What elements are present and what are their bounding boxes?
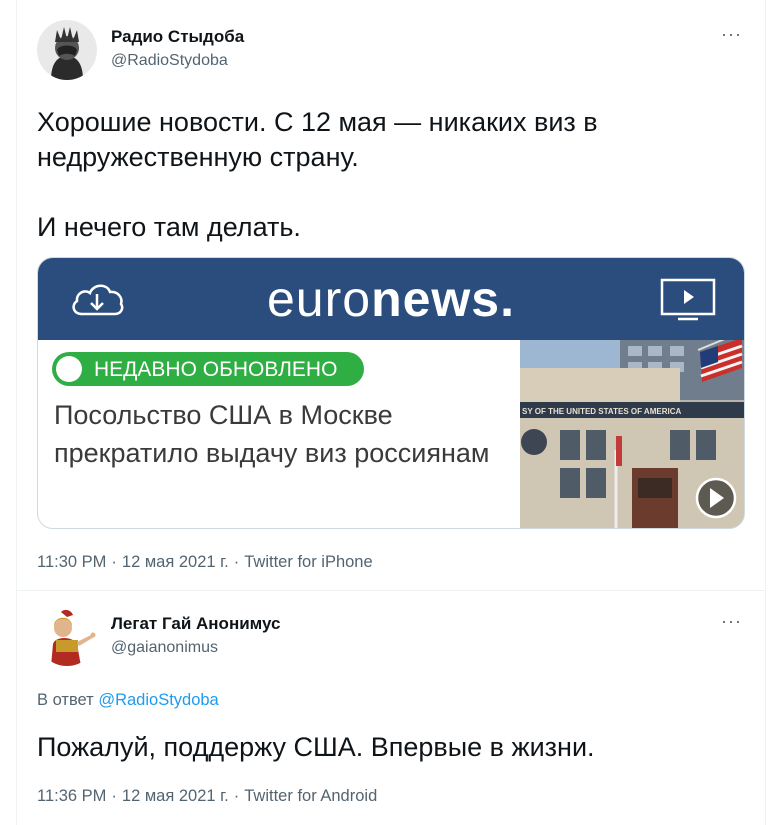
- badge-dot: [56, 356, 82, 382]
- tweet-meta: 11:36 PM · 12 мая 2021 г. · Twitter for Andr…: [37, 787, 377, 806]
- tweet-radio-stydoba[interactable]: Радио Стыдоба @RadioStydoba ··· Хорошие …: [17, 0, 765, 591]
- separator: ·: [111, 787, 117, 805]
- tweet-source[interactable]: Twitter for iPhone: [244, 553, 372, 571]
- video-play-icon[interactable]: [695, 477, 737, 519]
- reply-context: В ответ @RadioStydoba: [37, 691, 219, 710]
- tweet-text: Пожалуй, поддержу США. Впервые в жизни.: [37, 732, 595, 762]
- link-card-euronews[interactable]: euronews. НЕДАВНО ОБНОВЛЕНО Посольство С…: [37, 257, 745, 529]
- recently-updated-badge: НЕДАВНО ОБНОВЛЕНО: [52, 352, 364, 386]
- tweet-text-line: И нечего там делать.: [37, 212, 301, 242]
- tweet-date[interactable]: 12 мая 2021 г.: [122, 787, 229, 805]
- tweet-time[interactable]: 11:30 PM: [37, 553, 106, 571]
- tweet-text: Хорошие новости. С 12 мая — никаких виз …: [37, 105, 737, 245]
- separator: ·: [233, 787, 240, 805]
- reply-handle-link[interactable]: @RadioStydoba: [98, 691, 218, 709]
- reply-prefix: В ответ: [37, 691, 94, 709]
- tweet-source[interactable]: Twitter for Android: [244, 787, 377, 805]
- separator: ·: [233, 553, 240, 571]
- euronews-logo: euronews.: [38, 270, 744, 328]
- author-name[interactable]: Радио Стыдоба: [111, 27, 244, 47]
- logo-bold: news.: [371, 271, 516, 327]
- card-headline: Посольство США в Москве прекратило выдач…: [54, 400, 490, 468]
- badge-label: НЕДАВНО ОБНОВЛЕНО: [94, 358, 338, 381]
- tweet-date[interactable]: 12 мая 2021 г.: [122, 553, 229, 571]
- tweet-text-line: недружественную страну.: [37, 142, 359, 172]
- author-handle[interactable]: @gaianonimus: [111, 639, 218, 657]
- author-name[interactable]: Легат Гай Анонимус: [111, 614, 281, 634]
- avatar[interactable]: [37, 20, 97, 80]
- avatar[interactable]: [37, 606, 97, 666]
- tweet-text-line: Хорошие новости. С 12 мая — никаких виз …: [37, 107, 598, 137]
- tweet-meta: 11:30 PM · 12 мая 2021 г. · Twitter for iPho…: [37, 553, 373, 572]
- more-options-icon[interactable]: ···: [721, 611, 742, 632]
- card-header: euronews.: [38, 258, 744, 340]
- tweet-gaianonimus[interactable]: Легат Гай Анонимус @gaianonimus ··· В от…: [17, 591, 765, 825]
- timeline: Радио Стыдоба @RadioStydoba ··· Хорошие …: [16, 0, 766, 825]
- tweet-text-line: [37, 175, 737, 210]
- tv-play-icon[interactable]: [660, 278, 716, 322]
- logo-light: euro: [266, 271, 372, 327]
- embassy-sign-text: SY OF THE UNITED STATES OF AMERICA: [522, 407, 681, 416]
- author-handle[interactable]: @RadioStydoba: [111, 52, 228, 70]
- more-options-icon[interactable]: ···: [721, 24, 742, 45]
- separator: ·: [111, 553, 117, 571]
- tweet-time[interactable]: 11:36 PM: [37, 787, 106, 805]
- embassy-photo: SY OF THE UNITED STATES OF AMERICA: [520, 340, 744, 528]
